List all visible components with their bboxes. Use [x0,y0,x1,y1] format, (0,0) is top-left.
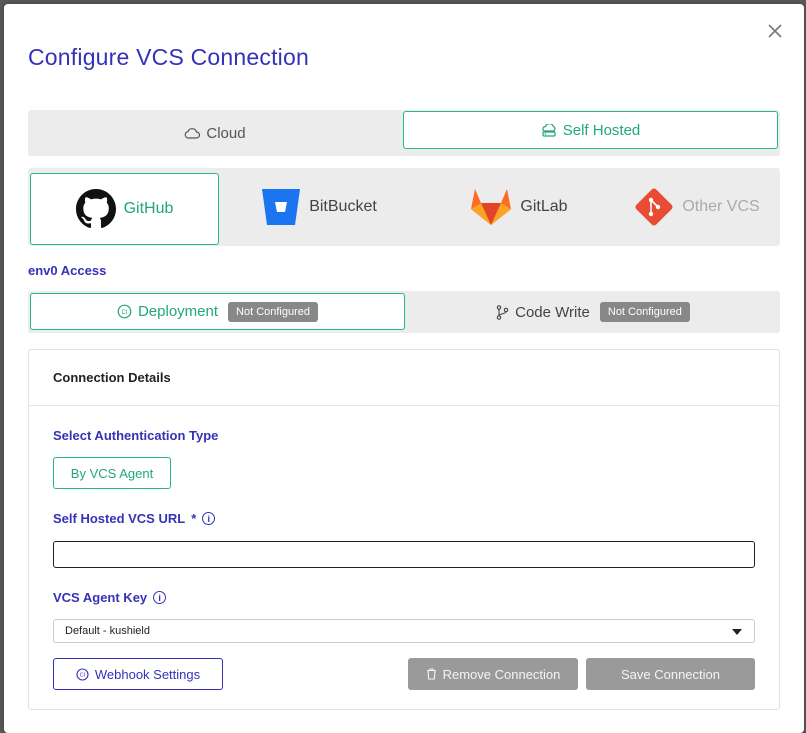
self-hosted-option[interactable]: Self Hosted [403,111,778,149]
cloud-option[interactable]: Cloud [28,110,402,156]
provider-other-vcs[interactable]: Other VCS [616,168,778,246]
git-icon [635,188,673,226]
svg-text:CI: CI [80,672,86,678]
code-write-status-badge: Not Configured [599,302,690,322]
deployment-option[interactable]: CI Deployment Not Configured [30,293,405,330]
provider-github[interactable]: GitHub [30,173,219,245]
hosting-selector: Cloud Self Hosted [28,110,780,156]
info-icon[interactable]: i [153,591,167,604]
agent-key-value: Default - kushield [65,625,150,637]
auth-type-label-text: Select Authentication Type [53,428,219,443]
deployment-status-badge: Not Configured [228,301,319,322]
branch-icon [496,304,509,320]
env0-access-label: env0 Access [28,263,107,278]
svg-text:CI: CI [121,310,127,316]
webhook-settings-button[interactable]: CI Webhook Settings [53,658,223,690]
agent-key-label: VCS Agent Key i [53,590,167,605]
access-selector: CI Deployment Not Configured Code Write … [28,291,780,333]
close-icon[interactable] [765,21,785,41]
modal-title: Configure VCS Connection [28,44,309,70]
agent-key-select[interactable]: Default - kushield [53,619,755,643]
url-label-text: Self Hosted VCS URL [53,511,186,526]
provider-bitbucket[interactable]: BitBucket [224,168,414,246]
code-write-label: Code Write [515,303,590,321]
ci-icon: CI [117,304,132,319]
agent-key-label-text: VCS Agent Key [53,590,148,605]
gitlab-icon [471,189,512,225]
self-hosted-label: Self Hosted [562,121,641,139]
self-hosted-url-input[interactable] [53,541,755,568]
bitbucket-label: BitBucket [309,198,377,215]
auth-type-label: Select Authentication Type [53,428,218,443]
github-icon [75,189,116,229]
url-label: Self Hosted VCS URL * i [53,511,216,526]
provider-gitlab[interactable]: GitLab [424,168,614,246]
vcs-provider-selector: GitHub BitBucket GitLab Other VCS [28,168,780,246]
chevron-down-icon [732,629,742,635]
save-connection-button[interactable]: Save Connection [586,658,755,690]
required-asterisk: * [191,511,197,526]
deployment-label: Deployment [137,303,219,320]
server-icon [542,123,556,137]
cloud-icon [185,128,201,139]
webhook-settings-label: Webhook Settings [94,666,201,682]
save-connection-label: Save Connection [620,666,720,682]
ci-icon: CI [76,667,89,681]
remove-connection-label: Remove Connection [442,666,561,682]
info-icon[interactable]: i [202,512,216,525]
code-write-option[interactable]: Code Write Not Configured [406,291,780,333]
configure-vcs-modal: Configure VCS Connection Cloud Self Host… [4,4,804,733]
connection-details-header: Connection Details [29,350,779,406]
connection-details-card: Connection Details Select Authentication… [28,349,780,710]
remove-connection-button[interactable]: Remove Connection [408,658,578,690]
other-vcs-label: Other VCS [682,198,760,215]
cloud-label: Cloud [206,124,246,142]
gitlab-label: GitLab [520,198,568,215]
github-label: GitHub [123,200,174,217]
bitbucket-icon [262,189,301,225]
by-vcs-agent-button[interactable]: By VCS Agent [53,457,171,489]
trash-icon [426,668,436,680]
